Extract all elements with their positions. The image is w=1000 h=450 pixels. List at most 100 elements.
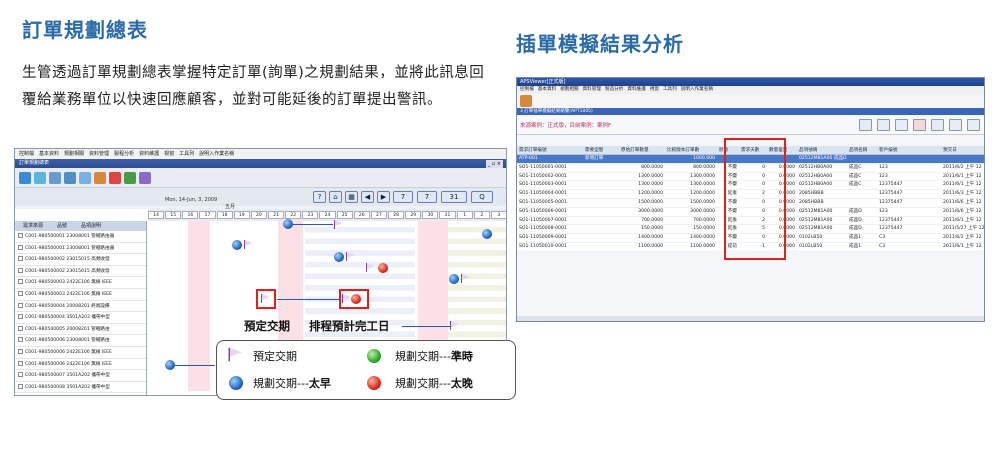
close-icon[interactable] (913, 119, 926, 131)
save-icon[interactable] (949, 119, 962, 131)
blue-ball-icon[interactable] (334, 252, 344, 262)
menu-item[interactable]: 資料維護 (627, 87, 645, 92)
list-item[interactable]: C001-980500006 2422E106 無線 IEEE (15, 359, 146, 371)
print-icon[interactable] (967, 119, 980, 131)
table-cell: 800.0000 (693, 164, 715, 170)
flag-icon[interactable] (334, 220, 344, 229)
nav-button[interactable]: Q (471, 191, 493, 203)
checkbox[interactable] (18, 279, 23, 285)
column-header[interactable]: 需求來源 (23, 223, 43, 229)
nav-button[interactable]: ▶ (377, 191, 390, 203)
menu-item[interactable]: 說明入作業名稱 (681, 87, 713, 92)
flag-icon[interactable] (366, 263, 376, 272)
list-item[interactable]: C001-980500004 3501A202 攜帶中型 (15, 312, 146, 324)
table-cell (917, 217, 941, 225)
checkbox[interactable] (18, 314, 23, 320)
menu-item[interactable]: 製造分析 (605, 87, 623, 92)
column-header[interactable]: 品項說明 (81, 223, 101, 229)
home-icon[interactable] (895, 119, 908, 131)
menu-item[interactable]: 資料管理 (583, 87, 601, 92)
export-icon[interactable] (139, 172, 151, 184)
column-header[interactable]: 需求訂單編號 (517, 146, 583, 154)
menu-item[interactable]: 控制檔 (19, 151, 34, 157)
menu-item[interactable]: 工具列 (179, 151, 194, 157)
menu-item[interactable]: 工具列 (663, 87, 677, 92)
menu-item[interactable]: 視窗 (164, 151, 174, 157)
forward-icon[interactable] (124, 172, 136, 184)
list-item[interactable]: C001-980500003 2422E106 無線 IEEE (15, 289, 146, 301)
list-item[interactable]: C001-980500008 3501A202 攜帶中型 (15, 382, 146, 394)
list-item[interactable]: C001-980500005 20008201 管轄路由 (15, 324, 146, 336)
menu-item[interactable]: 規劃相關 (64, 151, 84, 157)
list-item[interactable]: C001-980500002 23015015 高頻收發 (15, 254, 146, 266)
nav-button[interactable]: ▦ (345, 191, 358, 203)
column-header[interactable]: 品項號碼 (797, 146, 847, 154)
checkbox[interactable] (18, 383, 23, 389)
edit-icon[interactable] (94, 172, 106, 184)
checkbox[interactable] (18, 267, 23, 273)
list-item[interactable]: C001-980500006 23008001 管轄路由 (15, 335, 146, 347)
menu-item[interactable]: 規劃相關 (560, 87, 578, 92)
tree-icon[interactable] (49, 172, 61, 184)
menu-item[interactable]: 資料管理 (89, 151, 109, 157)
list-item[interactable]: C001-980500002 23015015 高頻收發 (15, 266, 146, 278)
checkbox[interactable] (18, 348, 23, 354)
column-header[interactable]: 預交日 (941, 146, 984, 154)
blue-ball-icon[interactable] (232, 240, 242, 250)
column-header[interactable]: 品號 (57, 223, 67, 229)
blue-ball-icon[interactable] (165, 360, 175, 370)
column-header[interactable]: 品項名稱 (847, 146, 877, 154)
checkbox[interactable] (18, 302, 23, 308)
nav-button[interactable]: ⌂ (329, 191, 342, 203)
table-icon[interactable] (931, 119, 944, 131)
org-icon[interactable] (64, 172, 76, 184)
grid-icon[interactable] (34, 172, 46, 184)
list-item[interactable]: C001-980500006 2422E106 無線 IEEE (15, 347, 146, 359)
flag-icon[interactable] (346, 252, 356, 261)
column-header[interactable] (917, 146, 941, 154)
menu-item[interactable]: 基本資料 (39, 151, 59, 157)
column-header[interactable]: 比較版本訂單數 (665, 146, 717, 154)
checkbox[interactable] (18, 244, 23, 250)
flag-icon[interactable] (461, 274, 471, 283)
list-item[interactable]: C001-980500001 23008001 管轄路由器 (15, 243, 146, 255)
red-ball-icon[interactable] (378, 263, 388, 273)
refresh-icon[interactable] (79, 172, 91, 184)
column-header[interactable]: 需要型態 (583, 146, 619, 154)
grid-icon[interactable] (859, 119, 872, 131)
checkbox[interactable] (18, 233, 23, 238)
blue-ball-icon[interactable] (482, 229, 492, 239)
blue-ball-icon[interactable] (449, 274, 459, 284)
edit-icon[interactable] (520, 95, 532, 107)
list-item[interactable]: C001-980500004 20008201 終端設備 (15, 301, 146, 313)
menu-item[interactable]: 資料維護 (139, 151, 159, 157)
column-header[interactable]: 原始訂單數量 (619, 146, 665, 154)
chart-icon[interactable] (877, 119, 890, 131)
checkbox[interactable] (18, 360, 23, 366)
nav-button[interactable]: 7 (393, 191, 413, 203)
checkbox[interactable] (18, 337, 23, 343)
checkbox[interactable] (18, 256, 23, 262)
menu-item[interactable]: 製程分析 (114, 151, 134, 157)
list-item[interactable]: C001-980500003 2422E106 無線 IEEE (15, 277, 146, 289)
day-label: 28 (388, 211, 405, 219)
blue-ball-icon[interactable] (283, 219, 293, 229)
flag-icon[interactable] (244, 240, 254, 249)
menu-item[interactable]: 視窗 (650, 87, 659, 92)
open-icon[interactable] (19, 172, 31, 184)
list-item[interactable]: C001-980500007 3501A202 攜帶中型 (15, 370, 146, 382)
menu-item[interactable]: 說明入作業名稱 (199, 151, 234, 157)
column-header[interactable]: 客戶編號 (877, 146, 917, 154)
menu-item[interactable]: 基本資料 (538, 87, 556, 92)
list-item[interactable]: C001-980500001 23008001 管轄路由器 (15, 231, 146, 243)
checkbox[interactable] (18, 372, 23, 378)
nav-button[interactable]: ◀ (361, 191, 374, 203)
nav-button[interactable]: ? (313, 191, 326, 203)
menu-item[interactable]: 控制檔 (520, 87, 534, 92)
window-title: 訂單規劃總表 (19, 160, 50, 166)
checkbox[interactable] (18, 290, 23, 296)
nav-button[interactable]: 7 (417, 191, 437, 203)
nav-button[interactable]: 31 (441, 191, 467, 203)
checkbox[interactable] (18, 325, 23, 331)
stop-icon[interactable] (109, 172, 121, 184)
